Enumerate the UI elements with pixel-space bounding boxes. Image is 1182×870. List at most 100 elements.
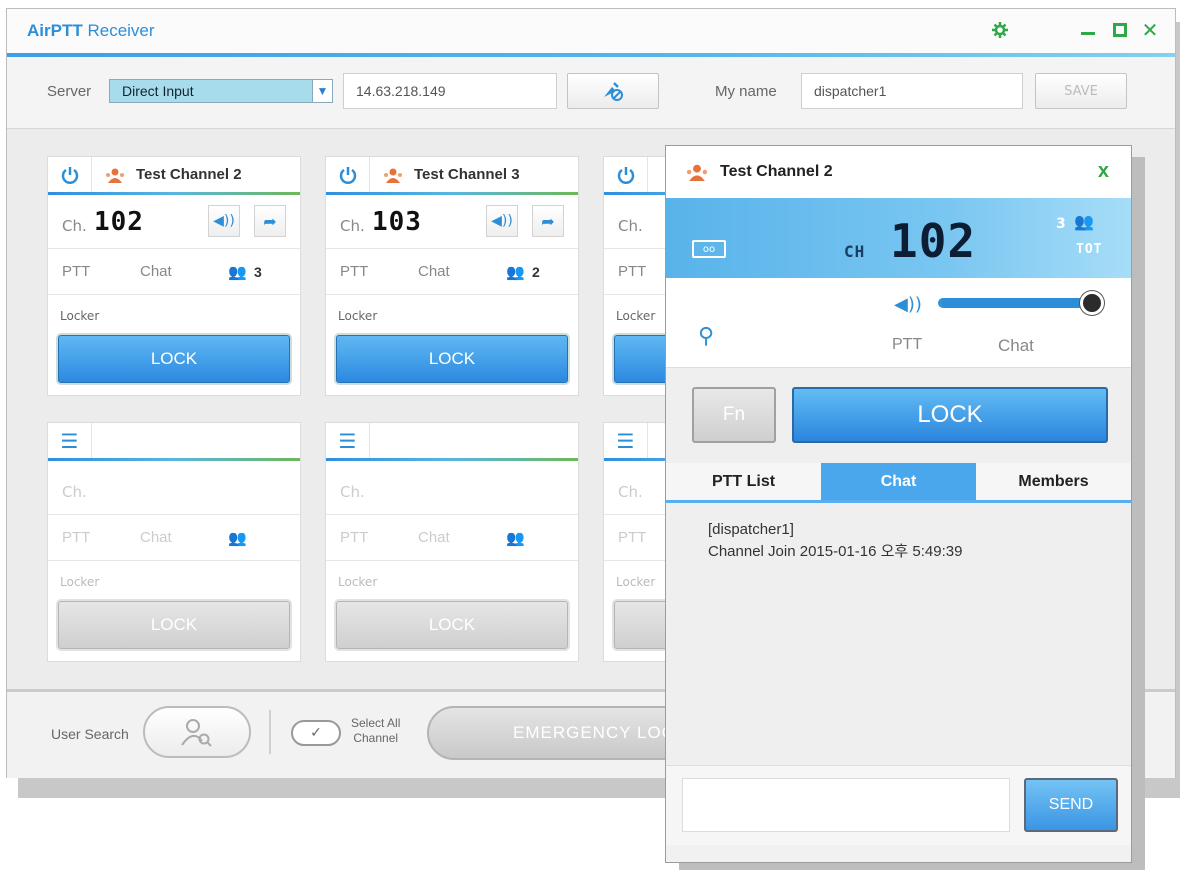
ptt-label: PTT xyxy=(340,529,369,546)
popup-action-area: Fn LOCK xyxy=(666,369,1131,463)
group-icon xyxy=(106,168,124,183)
members-icon: 👥 xyxy=(228,263,247,281)
lock-button[interactable]: LOCK xyxy=(336,601,568,649)
maximize-icon[interactable] xyxy=(1107,17,1133,43)
tab-chat[interactable]: Chat xyxy=(821,463,976,500)
popup-header: Test Channel 2 x xyxy=(666,146,1131,198)
forward-arrow-icon: ➦ xyxy=(263,211,277,231)
volume-slider-knob[interactable] xyxy=(1080,291,1104,315)
lock-button[interactable]: LOCK xyxy=(336,335,568,383)
locker-label: Locker xyxy=(60,575,100,589)
server-toolbar: Server Direct Input ▼ 14.63.218.149 My n… xyxy=(7,57,1175,129)
power-icon[interactable] xyxy=(48,157,92,192)
popup-lock-button[interactable]: LOCK xyxy=(792,387,1108,443)
ptt-label[interactable]: PTT xyxy=(62,263,90,280)
channel-card[interactable]: Test Channel 3 Ch. 103 ◀)) ➦ PTT Chat 👥 … xyxy=(325,156,579,396)
group-icon xyxy=(686,164,708,181)
tab-members[interactable]: Members xyxy=(976,463,1131,500)
ch-label: Ch. xyxy=(62,217,87,235)
empty-channel-slot[interactable]: ☰ Ch. PTT Chat 👥 Locker LOCK xyxy=(325,422,579,662)
tot-label: TOT xyxy=(1076,242,1103,257)
location-pin-icon[interactable]: ⚲ xyxy=(698,324,714,349)
user-search-icon xyxy=(181,719,212,747)
share-button[interactable]: ➦ xyxy=(254,205,286,237)
chat-label[interactable]: Chat xyxy=(418,263,450,280)
chat-label: Chat xyxy=(140,529,172,546)
ch-label: Ch. xyxy=(618,217,643,235)
list-icon[interactable]: ☰ xyxy=(604,423,648,458)
close-icon[interactable]: ✕ xyxy=(1137,17,1163,43)
power-icon[interactable] xyxy=(604,157,648,192)
volume-slider[interactable] xyxy=(938,298,1094,308)
popup-member-count: 3 xyxy=(1056,216,1066,232)
ptt-label: PTT xyxy=(62,529,91,546)
volume-button[interactable]: ◀)) xyxy=(208,205,240,237)
locker-label: Locker xyxy=(616,309,656,323)
my-name-label: My name xyxy=(715,83,777,100)
server-label: Server xyxy=(47,83,92,100)
channel-name: Test Channel 3 xyxy=(414,166,520,183)
empty-channel-slot[interactable]: ☰ Ch. PTT Chat 👥 Locker LOCK xyxy=(47,422,301,662)
speaker-icon: ◀)) xyxy=(491,213,513,229)
group-icon xyxy=(384,168,402,183)
channel-number: 103 xyxy=(372,207,422,237)
tab-ptt-list[interactable]: PTT List xyxy=(666,463,821,500)
channel-name: Test Channel 2 xyxy=(136,166,242,183)
locker-label: Locker xyxy=(338,309,378,323)
members-icon: 👥 xyxy=(506,263,525,281)
ptt-label[interactable]: PTT xyxy=(340,263,368,280)
lock-button[interactable]: LOCK xyxy=(58,601,290,649)
channel-display: oo CH 102 3 👥 TOT xyxy=(666,198,1131,278)
ptt-label: PTT xyxy=(618,529,647,546)
chat-input[interactable] xyxy=(682,778,1010,832)
list-icon[interactable]: ☰ xyxy=(326,423,370,458)
select-all-label: Select All Channel xyxy=(351,716,401,745)
popup-channel-number: 102 xyxy=(890,214,977,268)
channel-card[interactable]: Test Channel 2 Ch. 102 ◀)) ➦ PTT Chat 👥 … xyxy=(47,156,301,396)
chat-log: [dispatcher1] Channel Join 2015-01-16 오후… xyxy=(666,503,1131,765)
user-search-label: User Search xyxy=(51,726,129,742)
member-count: 3 xyxy=(254,263,262,280)
popup-tabs: PTT List Chat Members xyxy=(666,463,1131,503)
locker-label: Locker xyxy=(60,309,100,323)
list-icon[interactable]: ☰ xyxy=(48,423,92,458)
locker-label: Locker xyxy=(338,575,378,589)
my-name-input[interactable]: dispatcher1 xyxy=(801,73,1023,109)
satellite-icon xyxy=(604,82,623,101)
ch-label: Ch. xyxy=(618,483,643,501)
title-bar: AirPTT Receiver ✕ xyxy=(7,9,1175,53)
popup-close-button[interactable]: x xyxy=(1098,160,1109,183)
members-icon: 👥 xyxy=(228,529,247,547)
ip-address-input[interactable]: 14.63.218.149 xyxy=(343,73,557,109)
volume-button[interactable]: ◀)) xyxy=(486,205,518,237)
audio-panel: ◀)) ⚲ PTT Chat xyxy=(666,278,1131,368)
ch-label: Ch. xyxy=(340,483,365,501)
server-select[interactable]: Direct Input ▼ xyxy=(109,79,333,103)
record-tape-icon[interactable]: oo xyxy=(692,240,726,258)
connect-button[interactable] xyxy=(567,73,659,109)
select-all-checkbox[interactable]: ✓ xyxy=(291,720,341,746)
save-button[interactable]: SAVE xyxy=(1035,73,1127,109)
share-button[interactable]: ➦ xyxy=(532,205,564,237)
chat-label: Chat xyxy=(418,529,450,546)
chat-message: Channel Join 2015-01-16 오후 5:49:39 xyxy=(708,543,963,560)
popup-chat-label[interactable]: Chat xyxy=(998,336,1034,356)
minimize-icon[interactable] xyxy=(1075,17,1101,43)
ptt-label[interactable]: PTT xyxy=(618,263,646,280)
chevron-down-icon[interactable]: ▼ xyxy=(312,80,332,102)
channel-number: 102 xyxy=(94,207,144,237)
power-icon[interactable] xyxy=(326,157,370,192)
chat-label[interactable]: Chat xyxy=(140,263,172,280)
fn-button[interactable]: Fn xyxy=(692,387,776,443)
popup-ptt-label[interactable]: PTT xyxy=(892,336,922,354)
settings-icon[interactable] xyxy=(987,17,1013,43)
chat-compose-area: SEND xyxy=(666,765,1131,845)
send-button[interactable]: SEND xyxy=(1024,778,1118,832)
lock-button[interactable]: LOCK xyxy=(58,335,290,383)
chat-sender: [dispatcher1] xyxy=(708,521,794,538)
member-count: 2 xyxy=(532,263,540,280)
ch-label: Ch. xyxy=(62,483,87,501)
members-icon[interactable]: 👥 xyxy=(1074,212,1094,231)
app-title: AirPTT Receiver xyxy=(27,21,155,40)
user-search-button[interactable] xyxy=(143,706,251,758)
